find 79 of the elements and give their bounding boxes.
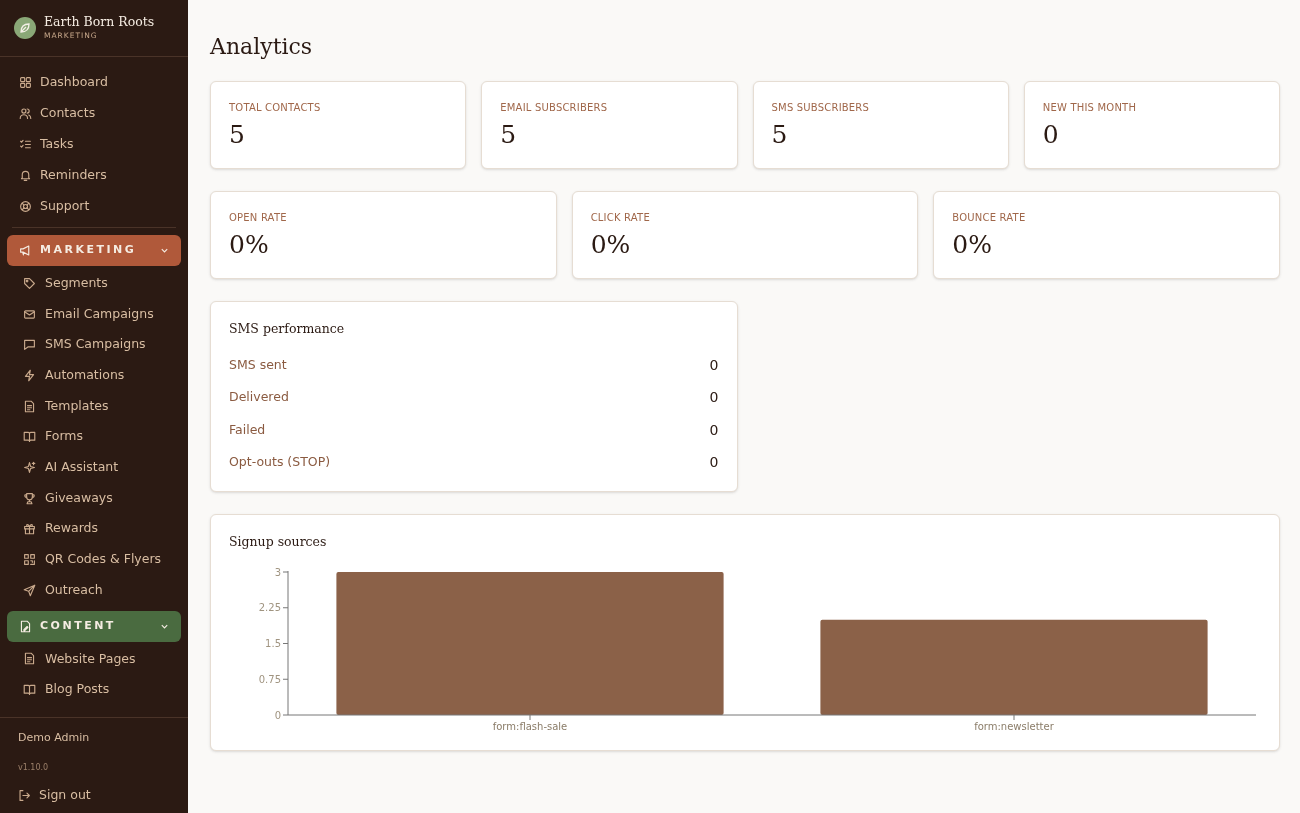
metric-label: Delivered bbox=[229, 388, 289, 407]
nav-item[interactable]: Automations bbox=[7, 360, 181, 391]
megaphone-icon bbox=[19, 244, 32, 257]
stat-label: TOTAL CONTACTS bbox=[229, 101, 322, 115]
mail-icon bbox=[23, 307, 36, 321]
brand-name: Earth Born Roots bbox=[44, 14, 155, 30]
nav-item[interactable]: Support bbox=[7, 191, 181, 222]
metric-label: Opt-outs (STOP) bbox=[229, 453, 331, 472]
stat-value: 0 bbox=[1042, 119, 1060, 151]
stat-label: NEW THIS MONTH bbox=[1042, 101, 1138, 115]
category-label: form:newsletter bbox=[974, 720, 1054, 732]
nav-item[interactable]: AI Assistant bbox=[7, 452, 181, 483]
document-icon bbox=[23, 399, 36, 413]
document-pen-icon bbox=[19, 619, 32, 633]
nav-item[interactable]: SMS Campaigns bbox=[7, 329, 181, 361]
axis-tick-label: 3 bbox=[274, 566, 281, 577]
nav-item[interactable]: Tasks bbox=[7, 129, 181, 160]
axis-tick-label: 1.5 bbox=[265, 637, 281, 649]
chevron-icon bbox=[160, 246, 169, 255]
lightning-icon bbox=[23, 368, 36, 382]
sparkle-icon bbox=[23, 460, 36, 474]
stat-value: 0% bbox=[952, 229, 993, 261]
stat-label: BOUNCE RATE bbox=[952, 211, 1027, 225]
metric-value: 0 bbox=[709, 355, 719, 375]
nav-item[interactable]: QR Codes & Flyers bbox=[7, 544, 181, 575]
axis-tick-label: 0.75 bbox=[258, 673, 281, 685]
axis-tick-label: 0 bbox=[274, 709, 281, 720]
card-title: SMS performance bbox=[229, 320, 346, 338]
tag-icon bbox=[23, 276, 36, 290]
nav-item[interactable]: Giveaways bbox=[7, 482, 181, 514]
metric-value: 0 bbox=[709, 420, 719, 440]
stat-label: OPEN RATE bbox=[229, 211, 288, 225]
nav-item[interactable]: Segments bbox=[7, 268, 181, 299]
lifebuoy-icon bbox=[19, 200, 32, 213]
nav-item[interactable]: Email Campaigns bbox=[7, 298, 181, 330]
chat-icon bbox=[23, 338, 36, 352]
book-icon bbox=[23, 430, 36, 444]
stat-value: 0% bbox=[590, 229, 632, 261]
stat-label: SMS SUBSCRIBERS bbox=[771, 101, 871, 115]
nav-item[interactable]: Contacts bbox=[7, 98, 181, 129]
checklist-icon bbox=[19, 138, 32, 151]
section-header[interactable]: CONTENT bbox=[7, 610, 181, 642]
nav-item[interactable]: Dashboard bbox=[7, 67, 181, 98]
stat-value: 5 bbox=[229, 119, 246, 151]
nav-item[interactable]: Rewards bbox=[7, 513, 181, 545]
user-name: Demo Admin bbox=[18, 729, 91, 746]
bell-icon bbox=[19, 169, 32, 182]
sign-out-link[interactable]: Sign out bbox=[18, 786, 170, 805]
version-label: v1.10.0 bbox=[18, 762, 50, 775]
stat-value: 5 bbox=[771, 119, 789, 151]
category-label: form:flash-sale bbox=[492, 720, 568, 732]
send-icon bbox=[23, 583, 36, 597]
gift-icon bbox=[23, 522, 36, 536]
users-icon bbox=[19, 107, 32, 120]
stat-label: EMAIL SUBSCRIBERS bbox=[500, 101, 609, 115]
metric-label: Failed bbox=[229, 420, 266, 439]
leaf-icon bbox=[14, 17, 36, 39]
metric-value: 0 bbox=[709, 388, 719, 407]
nav-item[interactable]: Reminders bbox=[7, 160, 181, 191]
card-title: Signup sources bbox=[229, 532, 328, 551]
qr-code-icon bbox=[23, 553, 36, 567]
sign-out-icon bbox=[18, 789, 31, 803]
stat-label: CLICK RATE bbox=[590, 211, 651, 225]
nav-item[interactable]: Outreach bbox=[7, 574, 181, 606]
metric-value: 0 bbox=[709, 453, 719, 472]
stat-value: 5 bbox=[500, 119, 518, 151]
document-icon bbox=[23, 652, 36, 666]
grid-icon bbox=[19, 76, 32, 89]
axis-tick-label: 2.25 bbox=[258, 601, 281, 613]
nav-item[interactable]: Templates bbox=[7, 390, 181, 422]
page-title: Analytics bbox=[210, 33, 314, 61]
section-header[interactable]: MARKETING bbox=[7, 235, 181, 266]
trophy-icon bbox=[23, 491, 36, 505]
stat-value: 0% bbox=[229, 229, 270, 261]
book-icon bbox=[23, 683, 36, 697]
nav-item[interactable]: Blog Posts bbox=[7, 674, 181, 705]
nav-item[interactable]: Forms bbox=[7, 421, 181, 453]
metric-label: SMS sent bbox=[229, 355, 287, 374]
nav-item[interactable]: Website Pages bbox=[7, 643, 181, 675]
